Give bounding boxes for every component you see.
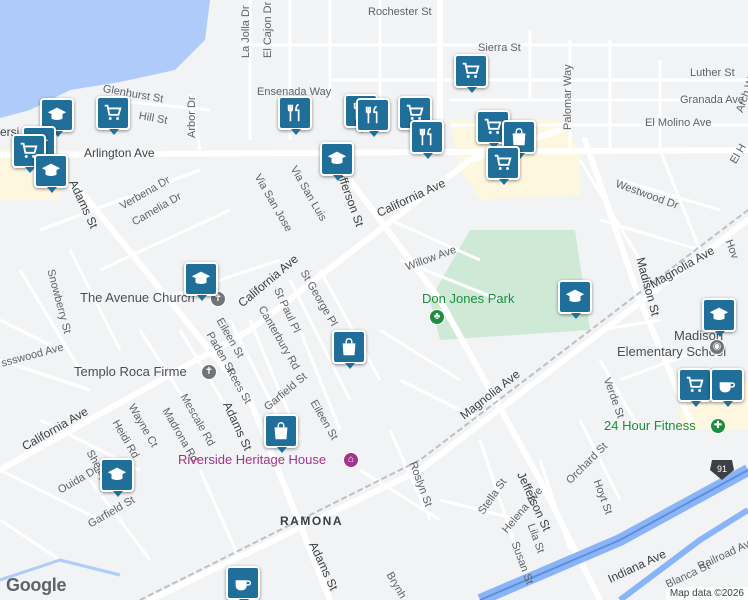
- street-label-arlington: Arlington Ave: [84, 146, 155, 160]
- place-label-fitness[interactable]: 24 Hour Fitness: [604, 419, 696, 432]
- shopping-cart-icon: [494, 154, 512, 170]
- place-label-templo[interactable]: Templo Roca Firme: [74, 365, 187, 378]
- street-label-la-jolla: La Jolla Dr: [240, 5, 252, 58]
- shopping-bag-icon: [342, 338, 356, 356]
- street-label-granada: Granada Ave: [680, 94, 745, 106]
- shopping-cart-icon: [104, 104, 122, 120]
- shopping-bag-icon: [274, 422, 288, 440]
- street-label-el-cajon: El Cajon Dr: [262, 1, 274, 58]
- graduation-cap-icon: [191, 271, 211, 285]
- street-label-palomar: Palomar Way: [562, 64, 574, 130]
- pin-school[interactable]: [558, 280, 592, 319]
- neighborhood-label-ramona: RAMONA: [280, 514, 343, 528]
- pin-shopping-cart[interactable]: [96, 96, 130, 135]
- street-label-sierra: Sierra St: [478, 42, 521, 54]
- pin-shopping-cart[interactable]: [678, 368, 712, 407]
- graduation-cap-icon: [47, 107, 67, 121]
- pin-school[interactable]: [184, 262, 218, 301]
- shopping-bag-icon: [512, 128, 526, 146]
- coffee-cup-icon: [235, 580, 252, 591]
- pin-shopping-bag[interactable]: [264, 414, 298, 453]
- pin-restaurant[interactable]: [410, 120, 444, 159]
- dumbbell-icon: ✚: [710, 418, 726, 434]
- street-label-el-molino: El Molino Ave: [645, 117, 712, 129]
- google-logo[interactable]: Google: [6, 575, 67, 596]
- shopping-cart-icon: [462, 62, 480, 78]
- pin-shopping-cart[interactable]: [454, 54, 488, 93]
- graduation-cap-icon: [107, 467, 127, 481]
- museum-icon: ⌂: [343, 452, 359, 468]
- pin-school[interactable]: [100, 458, 134, 497]
- pin-coffee[interactable]: [226, 566, 260, 600]
- graduation-cap-icon: [565, 289, 585, 303]
- shopping-cart-icon: [686, 376, 704, 392]
- restaurant-icon: [419, 127, 432, 146]
- graduation-cap-icon: [41, 163, 61, 177]
- tree-icon: ♣: [429, 309, 445, 325]
- shopping-cart-icon: [484, 118, 502, 134]
- map-attribution[interactable]: Map data ©2026: [665, 587, 748, 600]
- graduation-cap-icon: [327, 151, 347, 165]
- pin-school[interactable]: [34, 154, 68, 193]
- place-label-avenue-church[interactable]: The Avenue Church: [80, 291, 195, 304]
- coffee-cup-icon: [719, 382, 736, 393]
- pin-shopping-cart[interactable]: [486, 146, 520, 185]
- street-label-arbor: Arbor Dr: [186, 96, 198, 138]
- pin-coffee[interactable]: [710, 368, 744, 407]
- pin-restaurant[interactable]: [356, 98, 390, 137]
- church-icon: ✝: [201, 364, 217, 380]
- pin-school[interactable]: [320, 142, 354, 181]
- street-label-luther: Luther St: [690, 67, 735, 79]
- place-label-don-jones-park[interactable]: Don Jones Park: [422, 292, 515, 305]
- highway-shield-number: 91: [717, 464, 727, 474]
- restaurant-icon: [365, 105, 378, 124]
- map-canvas[interactable]: 91 Rochester St Sierra St Luther St Gran…: [0, 0, 748, 600]
- pin-school[interactable]: [702, 298, 736, 337]
- place-label-heritage-house[interactable]: Riverside Heritage House: [178, 453, 326, 466]
- pin-restaurant[interactable]: [278, 96, 312, 135]
- restaurant-icon: [287, 103, 300, 122]
- graduation-cap-icon: [709, 307, 729, 321]
- school-icon: ◉: [709, 339, 725, 355]
- street-label-rochester: Rochester St: [368, 6, 432, 18]
- pin-shopping-bag[interactable]: [332, 330, 366, 369]
